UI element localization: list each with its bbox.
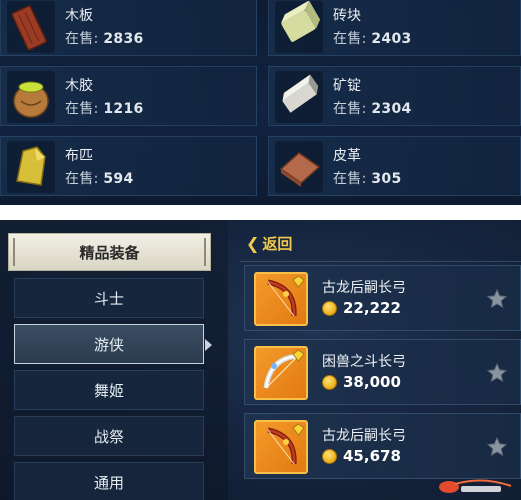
- material-name: 木板: [65, 8, 93, 24]
- material-stock: 在售: 2403: [333, 31, 412, 47]
- bow-icon: [254, 420, 308, 474]
- ingot-icon: [275, 71, 323, 123]
- equipment-item[interactable]: 古龙后嗣长弓 22,222: [244, 265, 521, 331]
- header-divider: [240, 261, 521, 262]
- material-card[interactable]: 布匹 在售: 594: [0, 136, 257, 196]
- material-name: 皮革: [333, 148, 361, 164]
- item-name: 困兽之斗长弓: [322, 354, 406, 370]
- favorite-star-icon[interactable]: [486, 362, 508, 384]
- glue-pot-icon: [7, 71, 55, 123]
- category-tab-fighter[interactable]: 斗士: [14, 278, 204, 318]
- wood-plank-icon: [7, 1, 55, 53]
- material-card[interactable]: 木板 在售: 2836: [0, 0, 257, 56]
- material-card[interactable]: 木胶 在售: 1216: [0, 66, 257, 126]
- chevron-left-icon: ❮: [246, 233, 260, 253]
- item-price: 38,000: [322, 373, 401, 391]
- material-stock: 在售: 305: [333, 171, 402, 187]
- material-name: 布匹: [65, 148, 93, 164]
- equipment-item[interactable]: 古龙后嗣长弓 45,678: [244, 413, 521, 479]
- item-name: 古龙后嗣长弓: [322, 428, 406, 444]
- material-card[interactable]: 砖块 在售: 2403: [268, 0, 521, 56]
- rarity-badge-icon: [292, 349, 305, 362]
- material-stock: 在售: 2836: [65, 31, 144, 47]
- category-header-label: 精品装备: [79, 243, 140, 262]
- gold-coin-icon: [322, 374, 337, 390]
- brick-icon: [275, 0, 323, 53]
- gold-coin-icon: [322, 300, 337, 316]
- equipment-shop-panel: 精品装备 斗士 游侠 舞姬 战祭 通用 ❮ 返回 古龙后嗣长弓 22,222 困…: [0, 220, 521, 500]
- item-price: 22,222: [322, 299, 401, 317]
- material-name: 木胶: [65, 78, 93, 94]
- materials-panel: 木板 在售: 2836 砖块 在售: 2403 木胶 在售: 1216 矿锭 在…: [0, 0, 521, 205]
- cloth-icon: [7, 141, 55, 193]
- material-name: 砖块: [333, 8, 361, 24]
- category-sidebar: 精品装备 斗士 游侠 舞姬 战祭 通用: [0, 220, 228, 500]
- category-tab-dancer[interactable]: 舞姬: [14, 370, 204, 410]
- gold-coin-icon: [322, 448, 337, 464]
- item-name: 古龙后嗣长弓: [322, 280, 406, 296]
- watermark-logo-icon: [439, 479, 512, 493]
- bow-icon: [254, 346, 308, 400]
- material-stock: 在售: 594: [65, 171, 134, 187]
- material-card[interactable]: 矿锭 在售: 2304: [268, 66, 521, 126]
- category-tab-general[interactable]: 通用: [14, 462, 204, 500]
- back-button[interactable]: ❮ 返回: [246, 232, 292, 254]
- item-price: 45,678: [322, 447, 401, 465]
- rarity-badge-icon: [292, 423, 305, 436]
- rarity-badge-icon: [292, 275, 305, 288]
- category-header[interactable]: 精品装备: [8, 233, 211, 271]
- bow-icon: [254, 272, 308, 326]
- material-stock: 在售: 1216: [65, 101, 144, 117]
- leather-icon: [275, 141, 323, 193]
- material-card[interactable]: 皮革 在售: 305: [268, 136, 521, 196]
- favorite-star-icon[interactable]: [486, 288, 508, 310]
- category-tab-ranger[interactable]: 游侠: [14, 324, 212, 364]
- category-tab-priest[interactable]: 战祭: [14, 416, 204, 456]
- screenshot-divider: [0, 205, 521, 220]
- equipment-list: ❮ 返回 古龙后嗣长弓 22,222 困兽之斗长弓 38,000 古龙后嗣长弓 …: [240, 220, 521, 500]
- favorite-star-icon[interactable]: [486, 436, 508, 458]
- material-stock: 在售: 2304: [333, 101, 412, 117]
- equipment-item[interactable]: 困兽之斗长弓 38,000: [244, 339, 521, 405]
- material-name: 矿锭: [333, 78, 361, 94]
